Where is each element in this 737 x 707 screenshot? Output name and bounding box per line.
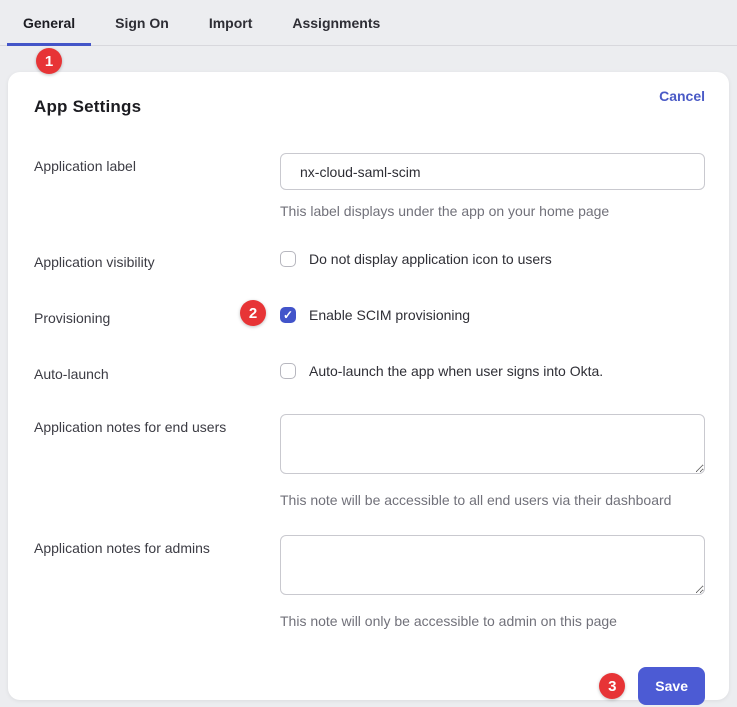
tab-sign-on-label: Sign On [115, 15, 169, 31]
panel-footer: 3 Save [34, 667, 705, 705]
cancel-link[interactable]: Cancel [659, 88, 705, 104]
provisioning-checkbox-label: Enable SCIM provisioning [309, 305, 470, 325]
application-visibility-label: Application visibility [34, 249, 280, 271]
auto-launch-row: Auto-launch Auto-launch the app when use… [34, 361, 705, 383]
tab-import[interactable]: Import [193, 0, 269, 45]
notes-admins-textarea[interactable] [280, 535, 705, 595]
tab-sign-on[interactable]: Sign On [99, 0, 185, 45]
tab-assignments[interactable]: Assignments [276, 0, 396, 45]
save-button[interactable]: Save [638, 667, 705, 705]
annotation-badge-1: 1 [36, 48, 62, 74]
auto-launch-checkbox[interactable] [280, 363, 296, 379]
notes-end-users-textarea[interactable] [280, 414, 705, 474]
panel-header: App Settings Cancel [34, 88, 705, 117]
notes-admins-label: Application notes for admins [34, 535, 280, 557]
auto-launch-control: Auto-launch the app when user signs into… [280, 361, 705, 381]
tab-bar: General Sign On Import Assignments [0, 0, 737, 46]
notes-admins-row: Application notes for admins This note w… [34, 535, 705, 630]
tab-import-label: Import [209, 15, 253, 31]
application-visibility-row: Application visibility Do not display ap… [34, 249, 705, 271]
notes-end-users-row: Application notes for end users This not… [34, 414, 705, 509]
auto-launch-checkbox-label: Auto-launch the app when user signs into… [309, 361, 603, 381]
annotation-badge-3: 3 [599, 673, 625, 699]
application-label-control: This label displays under the app on you… [280, 153, 705, 220]
tab-general[interactable]: General [7, 0, 91, 45]
application-visibility-control: Do not display application icon to users [280, 249, 705, 269]
provisioning-checkbox[interactable] [280, 307, 296, 323]
application-label-input[interactable] [280, 153, 705, 190]
application-visibility-checkbox[interactable] [280, 251, 296, 267]
annotation-badge-2: 2 [240, 300, 266, 326]
application-visibility-checkbox-label: Do not display application icon to users [309, 249, 552, 269]
notes-admins-helper: This note will only be accessible to adm… [280, 612, 705, 630]
application-label-helper: This label displays under the app on you… [280, 202, 705, 220]
tab-assignments-label: Assignments [292, 15, 380, 31]
provisioning-control: 2 Enable SCIM provisioning [280, 305, 705, 325]
provisioning-row: Provisioning 2 Enable SCIM provisioning [34, 305, 705, 327]
notes-end-users-label: Application notes for end users [34, 414, 280, 436]
notes-end-users-control: This note will be accessible to all end … [280, 414, 705, 509]
notes-admins-control: This note will only be accessible to adm… [280, 535, 705, 630]
application-label-row: Application label This label displays un… [34, 153, 705, 220]
tab-general-label: General [23, 15, 75, 31]
auto-launch-label: Auto-launch [34, 361, 280, 383]
app-settings-panel: App Settings Cancel Application label Th… [8, 72, 729, 700]
notes-end-users-helper: This note will be accessible to all end … [280, 491, 705, 509]
application-label-label: Application label [34, 153, 280, 175]
page-title: App Settings [34, 97, 141, 117]
